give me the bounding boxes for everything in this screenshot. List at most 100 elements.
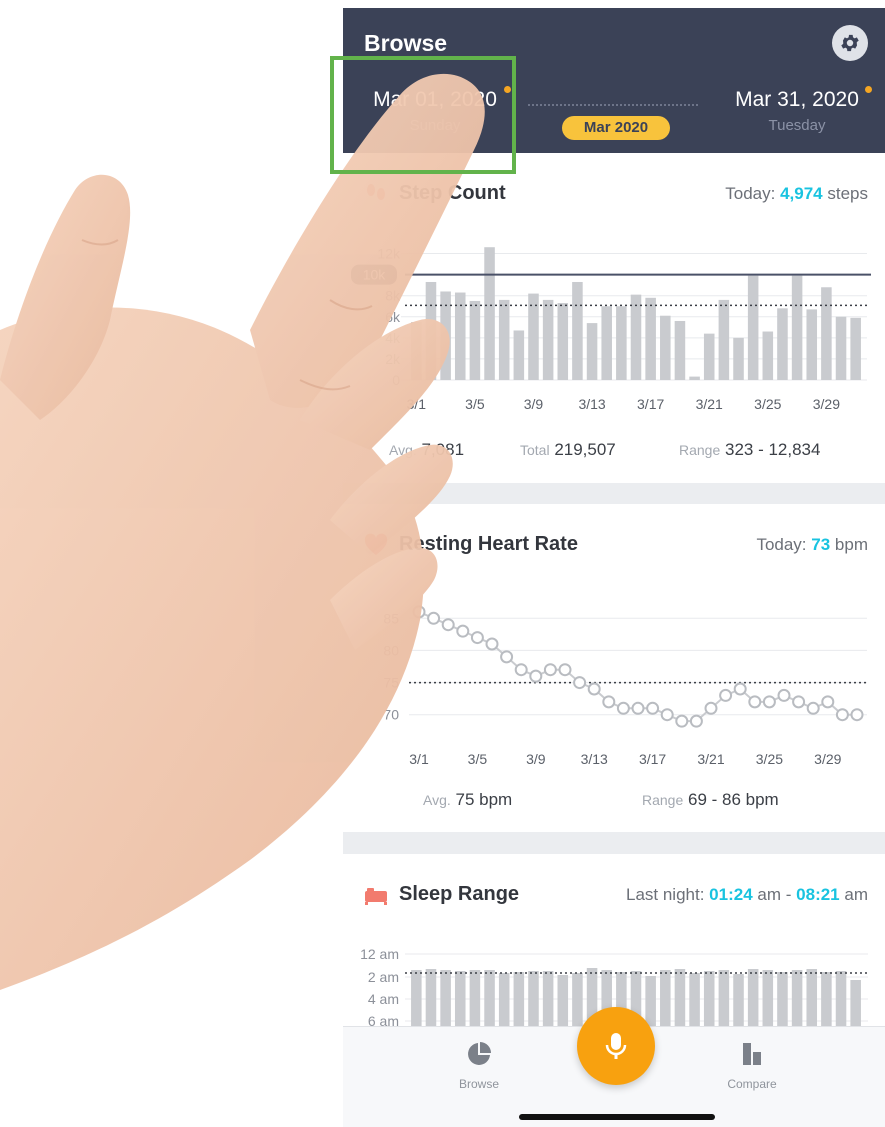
- heart-avg-label: Avg.: [423, 792, 451, 808]
- sleep-bar: [440, 970, 451, 1030]
- step-y-tick: 2k: [385, 351, 401, 367]
- step-y-tick: 12k: [377, 246, 401, 262]
- heart-x-tick: 3/25: [756, 751, 783, 767]
- sleep-bar: [528, 971, 539, 1030]
- step-today-value: 4,974: [780, 184, 823, 203]
- sleep-separator: -: [785, 885, 792, 904]
- heart-point: [777, 688, 791, 702]
- step-bar: [528, 293, 539, 380]
- bar-chart-icon: [743, 1043, 761, 1065]
- heart-range-label: Range: [642, 792, 684, 808]
- sleep-bar: [733, 974, 744, 1030]
- step-range: Range 323 - 12,834: [679, 440, 820, 460]
- heart-point: [835, 708, 849, 722]
- heart-today-label: Today:: [756, 535, 807, 554]
- step-bar: [850, 317, 861, 380]
- heart-avg: Avg. 75 bpm: [423, 790, 512, 810]
- sleep-bar: [411, 970, 422, 1030]
- step-bar: [586, 323, 598, 380]
- step-count-title: Step Count: [399, 182, 506, 204]
- resting-heart-rate-card[interactable]: Resting Heart Rate Today: 73 bpm 85 80 75 7…: [343, 504, 885, 832]
- step-y-tick: 8k: [385, 288, 401, 304]
- step-bar: [469, 300, 481, 380]
- end-date-selector[interactable]: Mar 31, 2020 Tuesday: [727, 88, 867, 134]
- step-avg-value: 7,081: [421, 440, 465, 459]
- heart-point: [748, 695, 762, 709]
- sleep-range-card[interactable]: Sleep Range Last night: 01:24 am - 08:21…: [343, 854, 885, 1030]
- step-bar: [572, 281, 583, 380]
- step-total: Total 219,507: [520, 440, 616, 460]
- heart-point: [587, 682, 601, 696]
- heart-y-tick: 85: [383, 610, 399, 626]
- heart-rate-title: Resting Heart Rate: [399, 533, 578, 555]
- sleep-bar: [718, 970, 730, 1030]
- heart-y-tick: 70: [383, 707, 399, 723]
- step-range-label: Range: [679, 442, 721, 458]
- heart-point: [427, 611, 441, 625]
- end-date-indicator: [865, 86, 872, 93]
- step-avg-label: Avg.: [389, 442, 417, 458]
- sleep-last-label: Last night:: [625, 885, 705, 904]
- sleep-bar: [498, 973, 510, 1030]
- sleep-start-time: 01:24: [709, 885, 753, 904]
- step-today-label: Today:: [725, 184, 776, 203]
- heart-point: [850, 708, 864, 722]
- step-x-tick: 3/13: [578, 396, 605, 412]
- step-bar: [689, 376, 700, 380]
- step-avg: Avg. 7,081: [389, 440, 464, 460]
- month-pill[interactable]: Mar 2020: [562, 116, 670, 140]
- sleep-bar: [835, 971, 847, 1030]
- heart-point: [792, 695, 806, 709]
- sleep-bar: [703, 971, 715, 1030]
- heart-today: Today: 73 bpm: [756, 535, 868, 555]
- heart-point: [631, 701, 645, 715]
- bed-icon: [365, 888, 387, 905]
- sleep-bar: [806, 969, 818, 1030]
- sleep-bar: [454, 971, 466, 1030]
- heart-x-tick: 3/17: [639, 751, 666, 767]
- heart-range-value: 69 - 86 bpm: [688, 790, 779, 809]
- heart-point: [529, 669, 543, 683]
- step-today: Today: 4,974 steps: [725, 184, 868, 204]
- heart-point: [762, 695, 776, 709]
- heart-point: [821, 695, 835, 709]
- heart-today-value: 73: [811, 535, 831, 554]
- settings-button[interactable]: [832, 25, 868, 61]
- sleep-end-time: 08:21: [796, 885, 840, 904]
- sleep-bar: [513, 972, 525, 1030]
- heart-range: Range 69 - 86 bpm: [642, 790, 779, 810]
- step-x-tick: 3/17: [637, 396, 664, 412]
- phone-screen: Browse Mar 01, 2020 Sunday Mar 2020 Mar …: [343, 8, 885, 1127]
- sleep-last-night: Last night: 01:24 am - 08:21 am: [626, 885, 868, 905]
- heart-point: [689, 714, 703, 728]
- step-bar: [425, 281, 437, 380]
- sleep-y-tick: 4 am: [368, 991, 399, 1007]
- heart-icon: [364, 533, 388, 555]
- gear-icon: [841, 34, 859, 52]
- heart-point: [719, 688, 733, 702]
- step-bar: [616, 306, 627, 380]
- step-count-card[interactable]: Step Count Today: 4,974 steps 12k 8k 6k 4k 2…: [343, 153, 885, 483]
- step-bar: [660, 315, 671, 380]
- heart-x-tick: 3/21: [697, 751, 724, 767]
- page-title: Browse: [364, 30, 448, 56]
- step-x-tick: 3/21: [696, 396, 723, 412]
- step-bar: [791, 275, 803, 380]
- pie-chart-icon: [468, 1042, 491, 1065]
- step-y-tick: 4k: [385, 330, 401, 346]
- heart-point: [558, 663, 572, 677]
- step-x-tick: 3/1: [407, 396, 427, 412]
- heart-y-tick: 75: [383, 675, 399, 691]
- heart-point: [441, 618, 455, 632]
- heart-point: [675, 714, 689, 728]
- heart-x-tick: 3/29: [814, 751, 841, 767]
- heart-point: [616, 701, 630, 715]
- step-bar: [645, 297, 656, 380]
- sleep-bar: [660, 970, 671, 1030]
- sleep-start-suffix: am: [757, 885, 782, 904]
- microphone-button[interactable]: [577, 1007, 655, 1085]
- heart-point: [412, 605, 426, 619]
- heart-y-tick: 80: [383, 642, 399, 658]
- step-bar: [835, 316, 847, 380]
- heart-x-tick: 3/13: [581, 751, 608, 767]
